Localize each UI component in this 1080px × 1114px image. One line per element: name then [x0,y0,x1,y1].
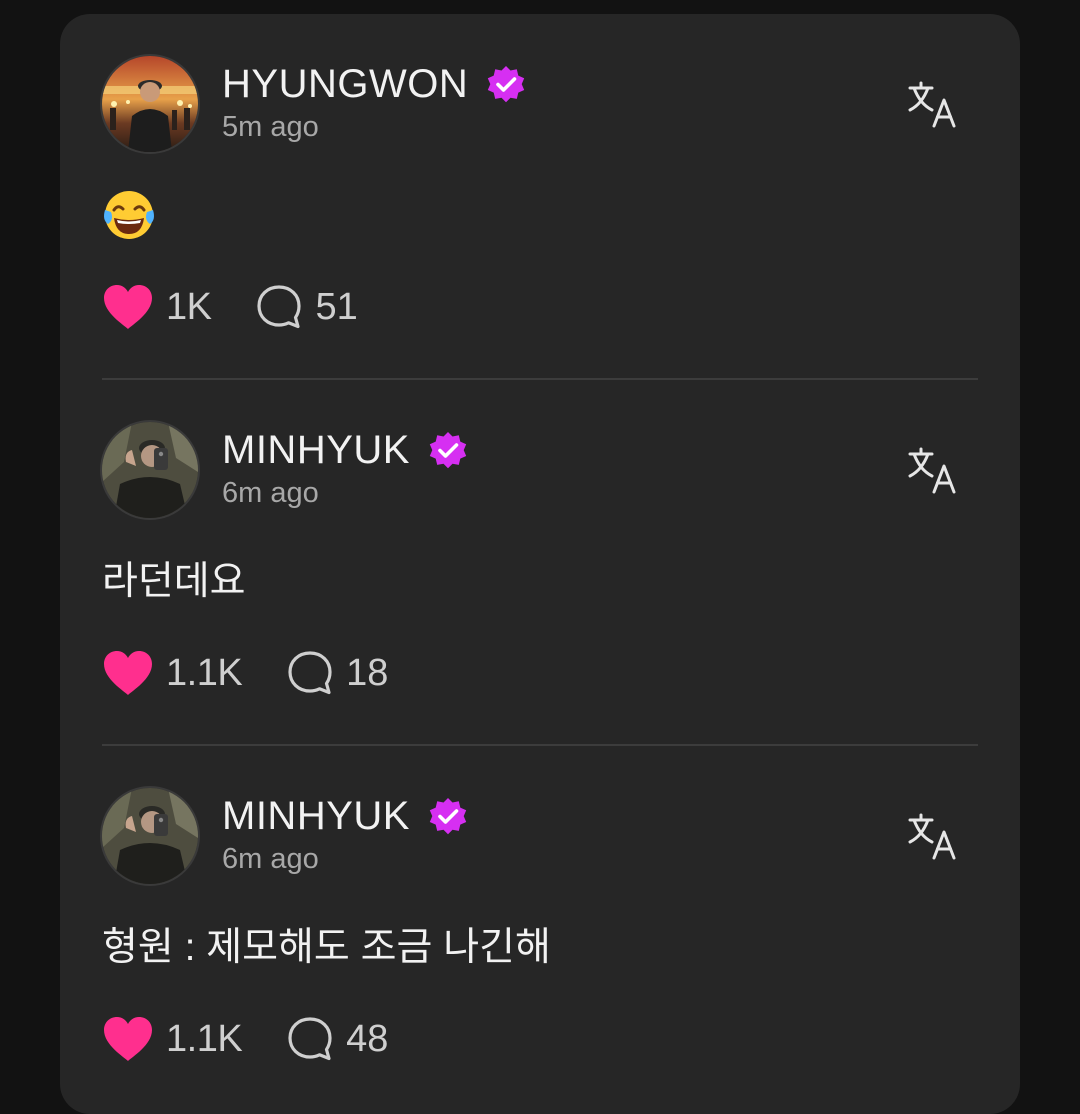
comment-count: 51 [315,285,358,328]
author-name[interactable]: MINHYUK [222,796,410,836]
post-stats: 1.1K 48 [102,1012,388,1066]
author-row: MINHYUK [222,790,470,842]
avatar-minhyuk[interactable] [102,422,198,518]
comment-bubble-icon[interactable] [286,649,334,697]
like-count: 1.1K [166,1017,243,1060]
post-time: 5m ago [222,111,319,143]
post-stats: 1K 51 [102,280,358,334]
author-name[interactable]: HYUNGWON [222,64,468,104]
like-count: 1K [166,285,212,328]
verified-badge-icon [488,66,525,103]
post-time: 6m ago [222,477,319,509]
comment-count: 48 [346,1017,389,1060]
heart-icon[interactable] [102,283,154,331]
post-stats: 1.1K 18 [102,646,388,700]
verified-badge-icon [429,798,467,835]
translate-icon[interactable] [906,444,960,498]
post-content: 형원 : 제모해도 조금 나긴해 [102,926,551,969]
like-count: 1.1K [166,651,243,694]
comment-count: 18 [346,651,389,694]
avatar-hyungwon[interactable] [102,56,198,152]
post-content-emoji: 😂 [102,188,156,242]
post-content: 라던데요 [102,560,246,603]
comment-bubble-icon[interactable] [255,283,303,331]
post-item: MINHYUK 6m ago 라던데요 1.1K 18 [102,380,978,746]
translate-icon[interactable] [906,810,960,864]
comment-feed-card: HYUNGWON 5m ago 1K 51 MINHYUK 6m ago 라던데… [60,14,1020,1114]
verified-badge-icon [429,432,467,469]
post-item: HYUNGWON 5m ago 1K 51 [102,14,978,380]
author-row: MINHYUK [222,424,470,476]
author-row: HYUNGWON [222,58,528,110]
post-time: 6m ago [222,843,319,875]
comment-bubble-icon[interactable] [286,1015,334,1063]
heart-icon[interactable] [102,649,154,697]
avatar-minhyuk[interactable] [102,788,198,884]
heart-icon[interactable] [102,1015,154,1063]
post-item: MINHYUK 6m ago 형원 : 제모해도 조금 나긴해 1.1K 48 [102,746,978,1112]
author-name[interactable]: MINHYUK [222,430,410,470]
translate-icon[interactable] [906,78,960,132]
tears-of-joy-icon [104,191,154,239]
